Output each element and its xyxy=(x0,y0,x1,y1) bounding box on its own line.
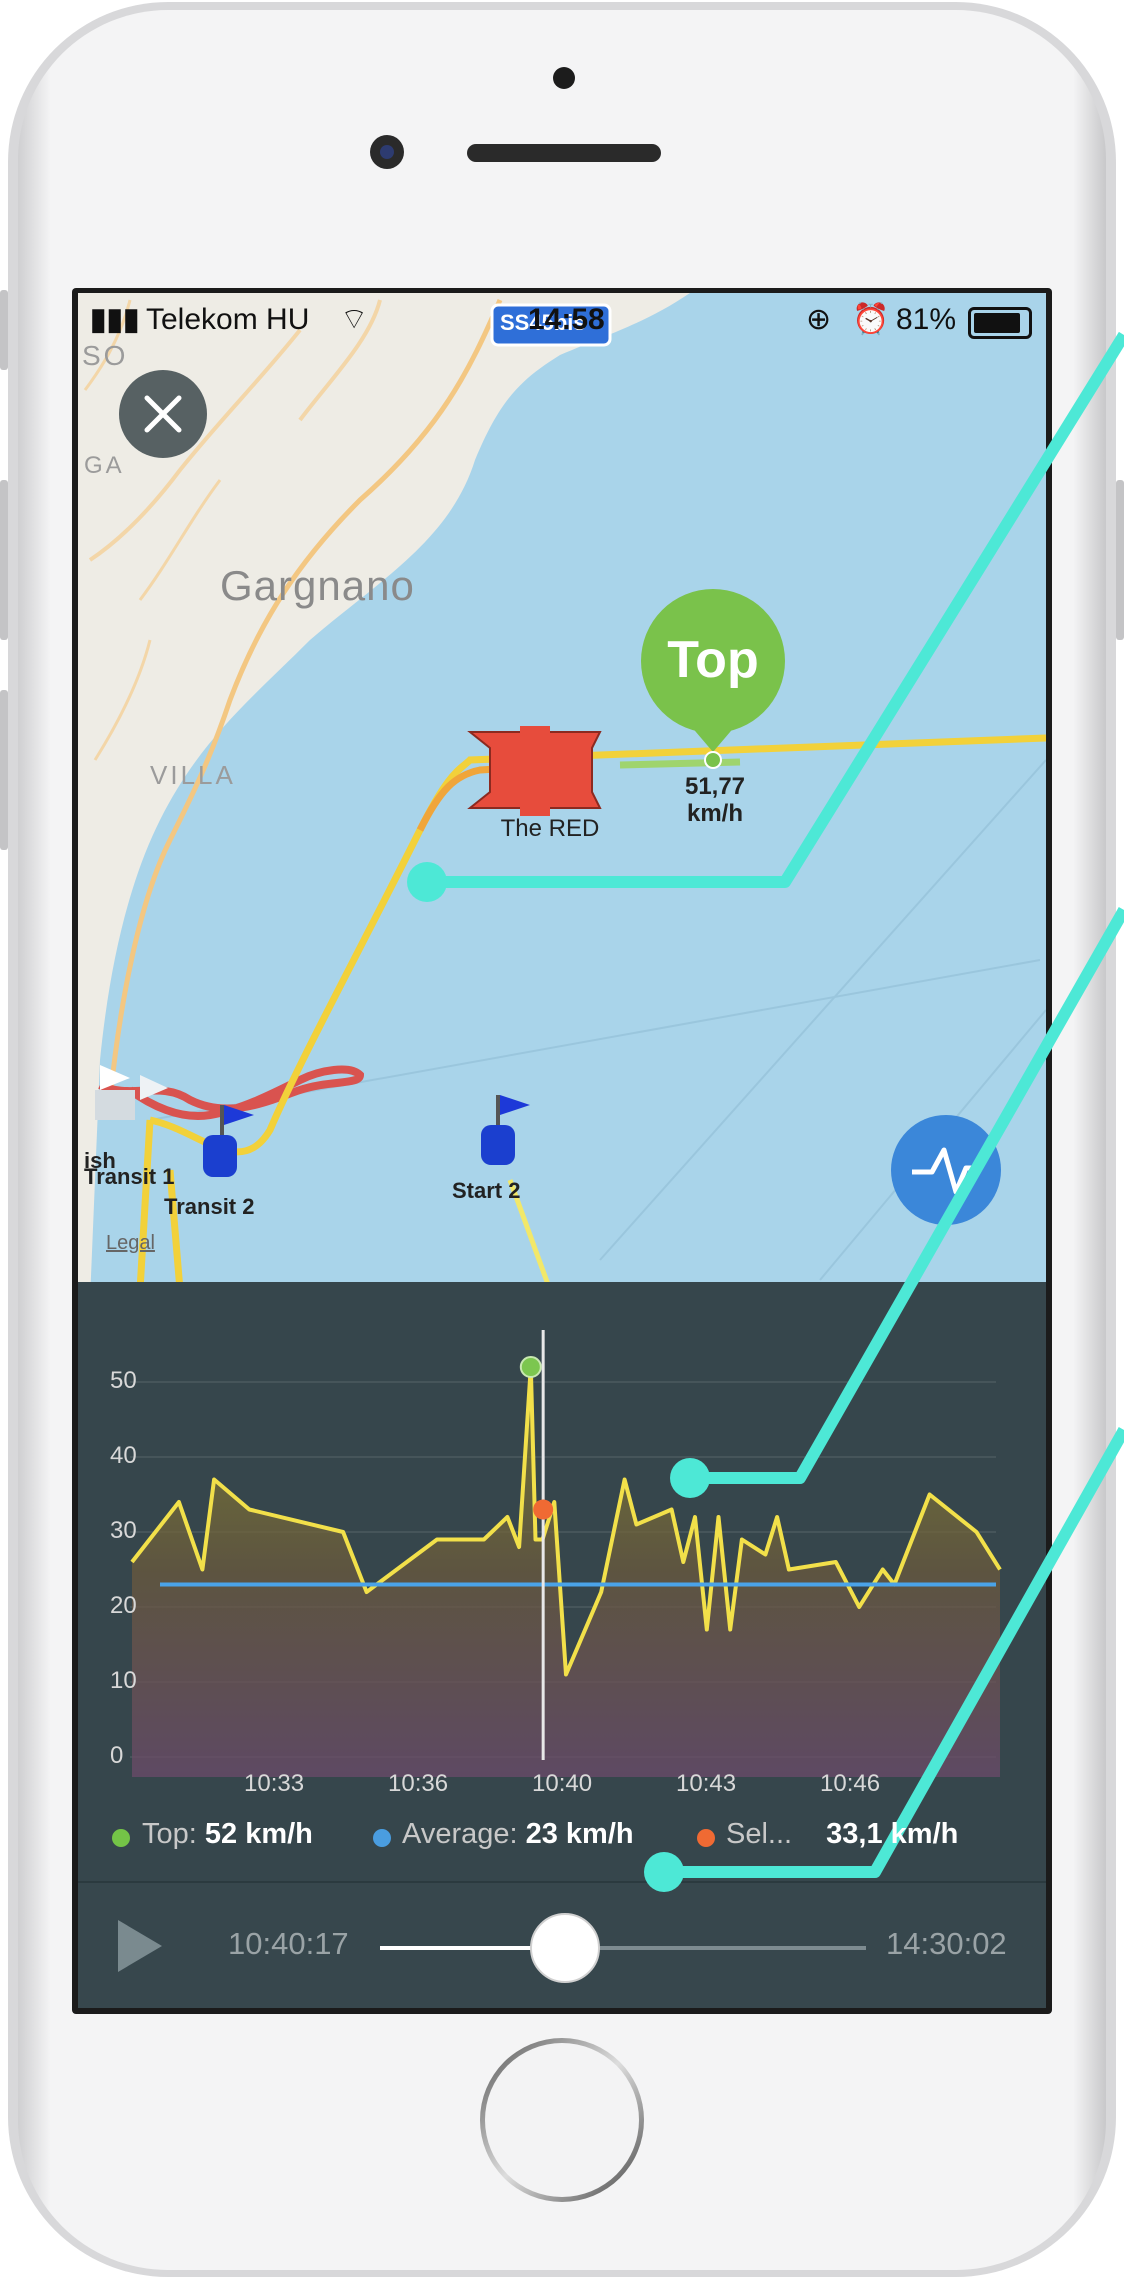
legend-selected: Sel... 33,1 km/h xyxy=(726,1818,958,1851)
play-button[interactable] xyxy=(110,1912,170,1982)
clock: 14:58 xyxy=(528,303,605,336)
y-tick: 10 xyxy=(110,1667,137,1694)
timeline-slider[interactable] xyxy=(380,1914,866,1982)
chart-toggle-button[interactable] xyxy=(891,1115,1001,1225)
boat-icon xyxy=(467,726,602,816)
legend-average-label: Average: xyxy=(402,1818,518,1850)
close-button[interactable] xyxy=(119,370,207,458)
x-tick: 10:43 xyxy=(676,1770,737,1797)
legend-top: Top: 52 km/h xyxy=(142,1818,313,1851)
boat-label: The RED xyxy=(500,815,600,842)
map-label-town: Gargnano xyxy=(220,562,415,609)
mark-label-start-2: Start 2 xyxy=(452,1178,521,1203)
signal-icon: ▮▮▮ xyxy=(90,303,140,336)
x-tick: 10:33 xyxy=(244,1770,305,1797)
y-tick: 0 xyxy=(110,1742,124,1769)
map-label-villa: VILLA xyxy=(150,760,236,790)
wifi-icon: ⌔ xyxy=(340,303,369,336)
rotation-lock-icon: ⊕ xyxy=(806,303,832,336)
y-tick: 30 xyxy=(110,1517,137,1544)
y-tick: 40 xyxy=(110,1442,137,1469)
top-speed-value: 51,77 xyxy=(684,773,746,800)
legend-top-value: 52 km/h xyxy=(204,1818,313,1850)
legend-selected-value: 33,1 km/h xyxy=(826,1818,959,1850)
top-point xyxy=(519,1356,542,1378)
battery-percent: 81% xyxy=(896,303,957,336)
legend-average-value: 23 km/h xyxy=(525,1818,634,1850)
x-tick: 10:46 xyxy=(820,1770,881,1797)
top-pin-label[interactable]: Top xyxy=(643,630,783,690)
battery-icon xyxy=(968,307,1032,339)
top-speed-unit: km/h xyxy=(686,800,743,827)
alarm-icon: ⏰ xyxy=(852,303,890,336)
map-label-so: SO xyxy=(82,340,129,371)
y-tick: 20 xyxy=(110,1592,137,1619)
legend-selected-label: Sel... xyxy=(726,1818,793,1850)
mark-label-transit-1: Transit 1 xyxy=(84,1164,175,1189)
selected-point xyxy=(533,1499,554,1520)
end-time: 14:30:02 xyxy=(886,1926,1007,1961)
map-label-ga: GA xyxy=(84,452,125,479)
y-tick: 50 xyxy=(110,1367,137,1394)
x-tick: 10:40 xyxy=(532,1770,593,1797)
carrier-label: Telekom HU xyxy=(146,303,310,336)
legend-top-label: Top: xyxy=(142,1818,197,1850)
x-tick: 10:36 xyxy=(388,1770,449,1797)
legend-average: Average: 23 km/h xyxy=(402,1818,634,1851)
mark-label-transit-2: Transit 2 xyxy=(164,1194,255,1219)
current-time: 10:40:17 xyxy=(228,1926,349,1961)
legal-link[interactable]: Legal xyxy=(106,1232,155,1255)
